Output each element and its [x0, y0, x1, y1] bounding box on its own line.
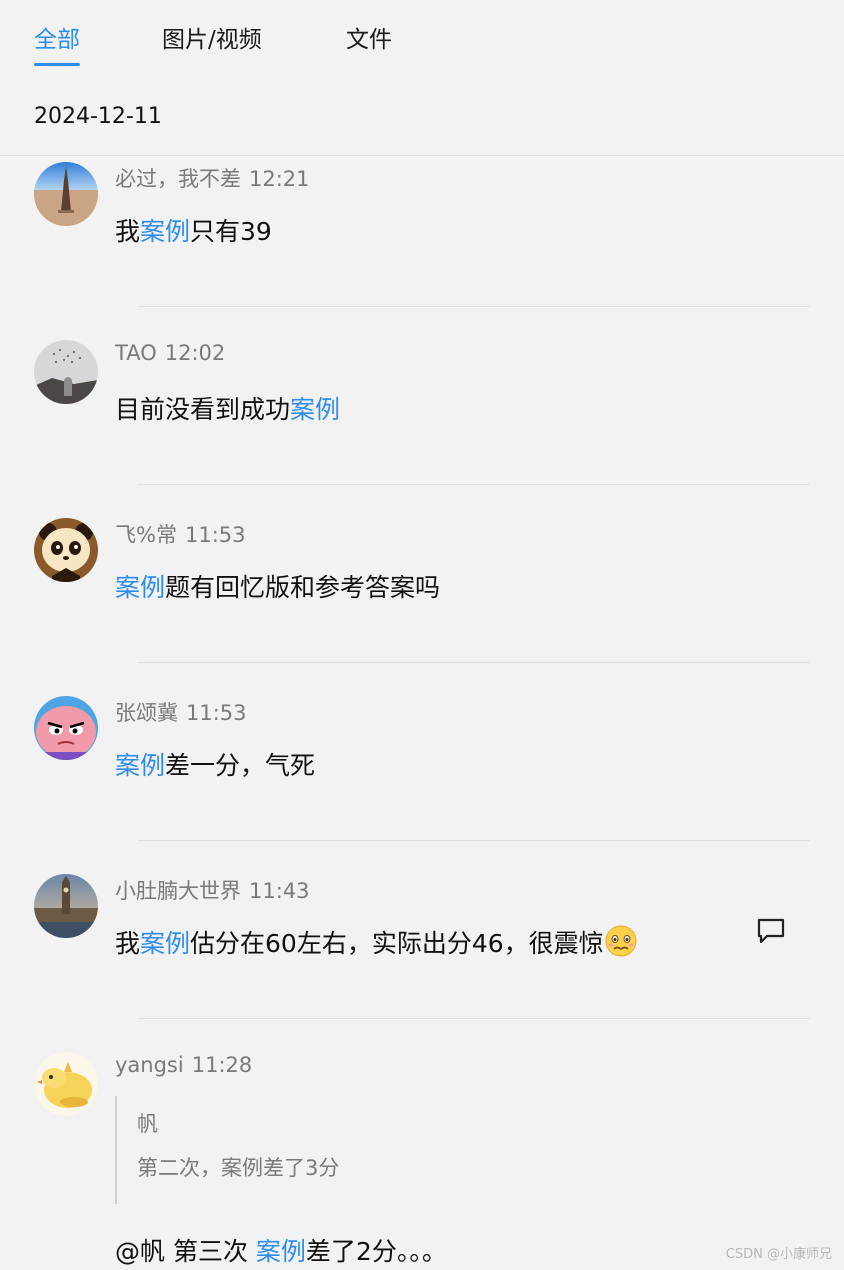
- keyword-highlight[interactable]: 案例: [290, 395, 340, 424]
- tab-images-videos[interactable]: 图片/视频: [162, 20, 262, 54]
- message-text: 我案例只有39: [115, 212, 272, 248]
- cartoon-chick-avatar: [34, 1052, 98, 1116]
- keyword-highlight[interactable]: 案例: [115, 573, 165, 602]
- quoted-message[interactable]: 帆 第二次，案例差了3分: [115, 1096, 617, 1204]
- message-divider: [138, 306, 810, 307]
- comment-icon[interactable]: [755, 916, 787, 946]
- message-text: 目前没看到成功案例: [115, 390, 340, 426]
- quoted-author: 帆: [137, 1112, 158, 1136]
- chat-message: 飞%常 11:53 案例题有回忆版和参考答案吗: [0, 512, 844, 662]
- text-segment: 估分在60左右，实际出分46，很震惊: [190, 929, 604, 958]
- text-segment: 差一分，气死: [165, 751, 316, 780]
- avatar[interactable]: [34, 874, 98, 938]
- text-segment: 差了2分。。。: [305, 1237, 447, 1266]
- author-name: yangsi: [115, 1053, 184, 1077]
- tab-files[interactable]: 文件: [346, 20, 392, 54]
- message-text: 案例差一分，气死: [115, 746, 315, 782]
- keyword-highlight[interactable]: 案例: [140, 929, 190, 958]
- chat-message: 张颂冀 11:53 案例差一分，气死: [0, 690, 844, 840]
- message-divider: [138, 1018, 810, 1019]
- message-time: 11:28: [191, 1053, 253, 1077]
- message-time: 12:21: [249, 167, 310, 191]
- author-name: 必过，我不差: [115, 167, 241, 191]
- avatar[interactable]: [34, 1052, 98, 1116]
- message-text: 案例题有回忆版和参考答案吗: [115, 568, 440, 604]
- date-header: 2024-12-11: [34, 104, 162, 129]
- text-segment: 我: [115, 929, 141, 958]
- chat-message: yangsi 11:28 帆 第二次，案例差了3分 @帆 第三次 案例差了2分。。…: [0, 1046, 844, 1270]
- desert-tower-avatar: [34, 162, 98, 226]
- avatar[interactable]: [34, 518, 98, 582]
- message-time: 11:43: [249, 879, 310, 903]
- text-segment: 题有回忆版和参考答案吗: [165, 573, 441, 602]
- chat-message: TAO 12:02 目前没看到成功案例: [0, 334, 844, 484]
- message-text: @帆 第三次 案例差了2分。。。: [115, 1232, 447, 1268]
- message-text: 我案例估分在60左右，实际出分46，很震惊: [115, 924, 638, 960]
- author-name: 飞%常: [115, 523, 177, 547]
- quoted-text: 第二次，案例差了3分: [137, 1156, 340, 1180]
- rock-birds-avatar: [34, 340, 98, 404]
- message-meta: 必过，我不差 12:21: [115, 163, 310, 193]
- keyword-highlight[interactable]: 案例: [256, 1237, 306, 1266]
- tab-bar: 全部 图片/视频 文件: [0, 0, 844, 70]
- author-name: TAO: [115, 341, 157, 365]
- panda-avatar: [34, 518, 98, 582]
- avatar[interactable]: [34, 162, 98, 226]
- worried-face-emoji: [605, 925, 637, 957]
- keyword-highlight[interactable]: 案例: [115, 751, 165, 780]
- message-meta: 飞%常 11:53: [115, 519, 246, 549]
- message-meta: yangsi 11:28: [115, 1053, 252, 1077]
- message-meta: 张颂冀 11:53: [115, 697, 247, 727]
- tab-all[interactable]: 全部: [34, 20, 80, 66]
- big-ben-avatar: [34, 874, 98, 938]
- chat-message: 必过，我不差 12:21 我案例只有39: [0, 156, 844, 306]
- keyword-highlight[interactable]: 案例: [140, 217, 190, 246]
- text-segment: 我: [115, 217, 141, 246]
- message-time: 12:02: [164, 341, 226, 365]
- author-name: 小肚腩大世界: [115, 879, 241, 903]
- message-meta: 小肚腩大世界 11:43: [115, 875, 310, 905]
- patrick-star-avatar: [34, 696, 98, 760]
- message-divider: [138, 840, 810, 841]
- avatar[interactable]: [34, 696, 98, 760]
- text-segment: 目前没看到成功: [115, 395, 291, 424]
- message-divider: [138, 484, 810, 485]
- message-time: 11:53: [186, 701, 247, 725]
- message-time: 11:53: [184, 523, 246, 547]
- message-divider: [138, 662, 810, 663]
- chat-message: 小肚腩大世界 11:43 我案例估分在60左右，实际出分46，很震惊: [0, 868, 844, 1018]
- text-segment: @帆 第三次: [115, 1237, 256, 1266]
- text-segment: 只有39: [190, 217, 272, 246]
- message-meta: TAO 12:02: [115, 341, 225, 365]
- watermark: CSDN @小康师兄: [725, 1247, 832, 1262]
- avatar[interactable]: [34, 340, 98, 404]
- author-name: 张颂冀: [115, 701, 178, 725]
